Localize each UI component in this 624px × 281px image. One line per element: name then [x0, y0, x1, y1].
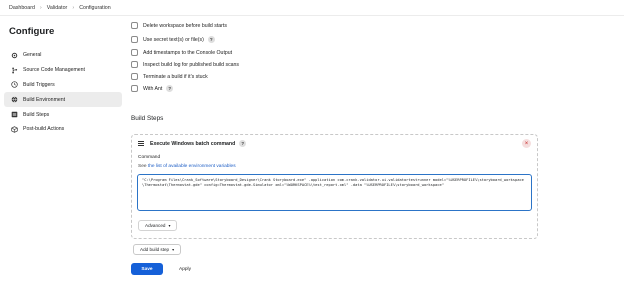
option-label: Add timestamps to the Console Output	[143, 49, 233, 56]
checkbox[interactable]	[131, 36, 138, 43]
apply-button[interactable]: Apply	[167, 263, 203, 275]
command-textarea[interactable]: "C:\Program Files\Crank_Software\Storybo…	[137, 174, 532, 211]
branch-icon	[10, 66, 19, 75]
sidebar-item-source-code-management[interactable]: Source Code Management	[4, 63, 122, 78]
help-icon[interactable]: ?	[239, 140, 247, 147]
advanced-label: Advanced	[145, 223, 166, 228]
breadcrumb-dashboard[interactable]: Dashboard	[9, 5, 35, 11]
checkbox[interactable]	[131, 85, 138, 92]
option-label: With Ant	[143, 85, 163, 92]
save-button[interactable]: Save	[131, 263, 163, 275]
sidebar-item-build-triggers[interactable]: Build Triggers	[4, 78, 122, 93]
option-label: Use secret text(s) or file(s)	[143, 36, 204, 43]
sidebar-item-label: Build Triggers	[23, 81, 55, 88]
env-vars-line: See the list of available environment va…	[138, 164, 236, 169]
list-icon	[10, 110, 19, 119]
option-secret-text: Use secret text(s) or file(s) ?	[131, 36, 215, 43]
sidebar: General Source Code Management Build Tri…	[4, 48, 122, 137]
breadcrumb-configuration[interactable]: Configuration	[79, 5, 111, 11]
sidebar-item-build-steps[interactable]: Build Steps	[4, 107, 122, 122]
option-label: Inspect build log for published build sc…	[143, 61, 240, 68]
chevron-right-icon: ›	[72, 4, 75, 11]
footer-bar	[0, 257, 624, 281]
option-add-timestamps: Add timestamps to the Console Output	[131, 49, 232, 56]
option-label: Terminate a build if it's stuck	[143, 73, 208, 80]
checkbox[interactable]	[131, 73, 138, 80]
option-label: Delete workspace before build starts	[143, 22, 227, 29]
build-step-title: Execute Windows batch command	[150, 140, 236, 147]
close-icon[interactable]: ×	[522, 139, 531, 148]
breadcrumb-validator[interactable]: Validator	[47, 5, 68, 11]
env-vars-link[interactable]: the list of available environment variab…	[148, 164, 236, 169]
page-title: Configure	[9, 26, 55, 37]
help-icon[interactable]: ?	[166, 85, 174, 92]
option-delete-workspace: Delete workspace before build starts	[131, 22, 227, 29]
option-inspect-build-log: Inspect build log for published build sc…	[131, 61, 239, 68]
drag-handle-icon[interactable]	[138, 140, 144, 147]
add-build-step-label: Add build step	[140, 247, 170, 252]
checkbox[interactable]	[131, 61, 138, 68]
sidebar-item-label: General	[23, 52, 42, 59]
gear-icon	[10, 51, 19, 60]
sidebar-item-label: Post-build Actions	[23, 126, 65, 133]
chevron-down-icon: ▾	[172, 247, 175, 252]
sidebar-item-post-build-actions[interactable]: Post-build Actions	[4, 122, 122, 137]
sidebar-item-build-environment[interactable]: Build Environment	[4, 92, 122, 108]
section-title-build-steps: Build Steps	[131, 115, 164, 122]
breadcrumb: Dashboard › Validator › Configuration	[0, 0, 624, 16]
cube-icon	[10, 125, 19, 134]
sidebar-item-general[interactable]: General	[4, 48, 122, 63]
option-terminate-stuck: Terminate a build if it's stuck	[131, 73, 208, 80]
help-icon[interactable]: ?	[207, 36, 215, 43]
command-label: Command	[138, 155, 161, 160]
sidebar-item-label: Build Steps	[23, 111, 50, 118]
build-step-card: Execute Windows batch command ? × Comman…	[131, 134, 538, 239]
globe-icon	[10, 95, 19, 104]
advanced-button[interactable]: Advanced ▾	[138, 220, 178, 231]
build-step-header: Execute Windows batch command ?	[138, 140, 247, 147]
env-vars-prefix: See	[138, 164, 148, 169]
option-with-ant: With Ant ?	[131, 85, 174, 92]
chevron-down-icon: ▾	[168, 223, 171, 228]
clock-icon	[10, 80, 19, 89]
chevron-right-icon: ›	[39, 4, 42, 11]
sidebar-item-label: Build Environment	[23, 96, 66, 103]
checkbox[interactable]	[131, 49, 138, 56]
checkbox[interactable]	[131, 22, 138, 29]
sidebar-item-label: Source Code Management	[23, 67, 85, 74]
add-build-step-button[interactable]: Add build step ▾	[133, 244, 182, 255]
